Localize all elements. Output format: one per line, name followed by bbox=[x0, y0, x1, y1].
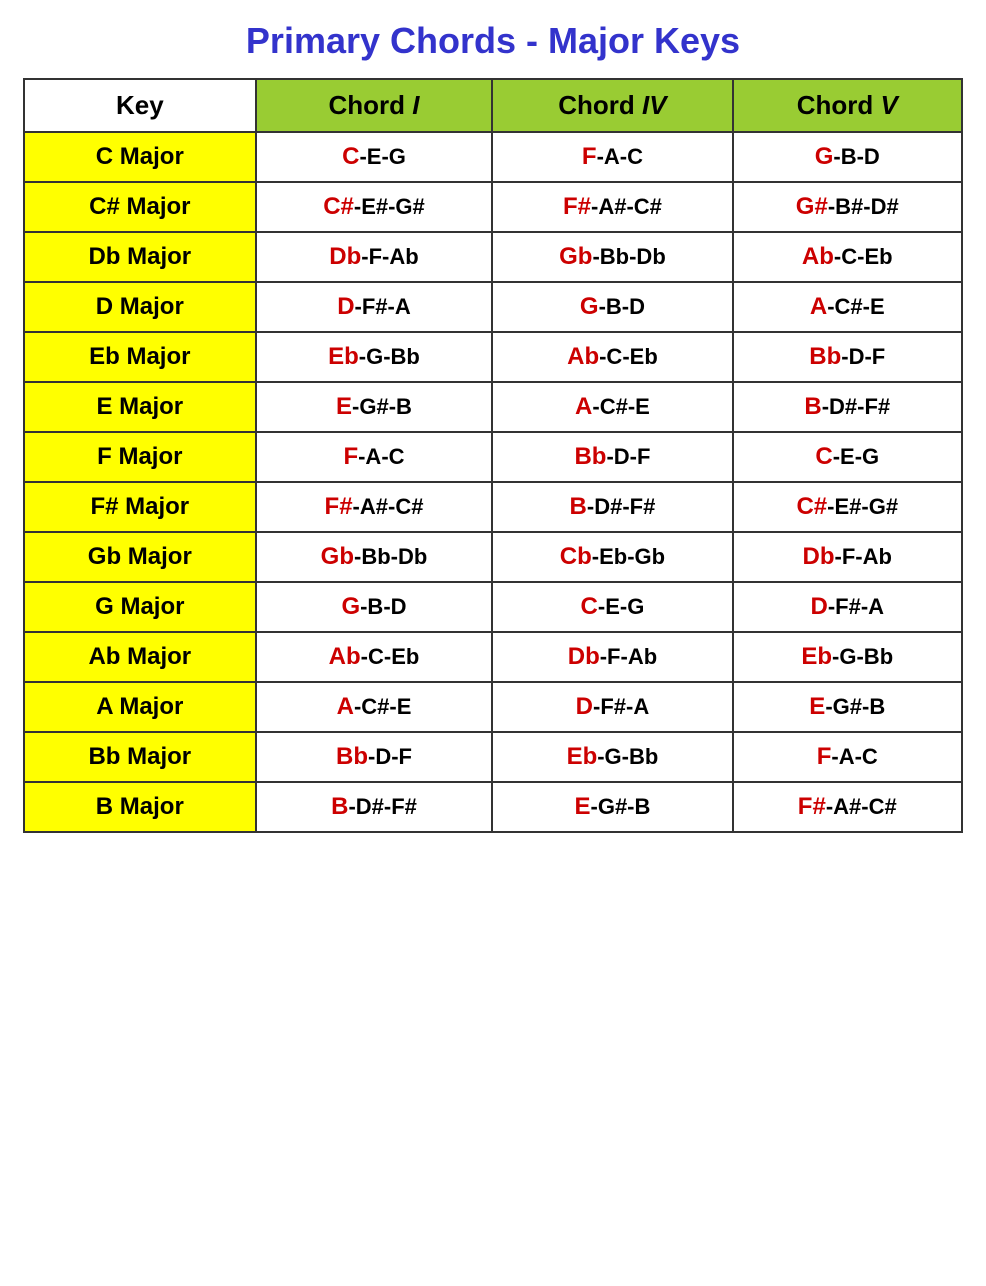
chord5-cell: G-B-D bbox=[733, 132, 962, 182]
chord5-cell: Eb-G-Bb bbox=[733, 632, 962, 682]
chord1-cell: Ab-C-Eb bbox=[256, 632, 493, 682]
chord1-cell: Gb-Bb-Db bbox=[256, 532, 493, 582]
chord4-cell: G-B-D bbox=[492, 282, 732, 332]
chord1-cell: C#-E#-G# bbox=[256, 182, 493, 232]
chord5-cell: G#-B#-D# bbox=[733, 182, 962, 232]
chord1-cell: Bb-D-F bbox=[256, 732, 493, 782]
header-chord1: Chord I bbox=[256, 79, 493, 132]
chord4-cell: Db-F-Ab bbox=[492, 632, 732, 682]
page-container: Primary Chords - Major Keys Key Chord I … bbox=[23, 20, 963, 833]
table-row: Ab MajorAb-C-EbDb-F-AbEb-G-Bb bbox=[24, 632, 962, 682]
chord4-cell: Gb-Bb-Db bbox=[492, 232, 732, 282]
chord4-cell: Eb-G-Bb bbox=[492, 732, 732, 782]
table-row: C# MajorC#-E#-G#F#-A#-C#G#-B#-D# bbox=[24, 182, 962, 232]
key-cell: A Major bbox=[24, 682, 256, 732]
key-cell: Eb Major bbox=[24, 332, 256, 382]
chord4-cell: F-A-C bbox=[492, 132, 732, 182]
chord5-cell: D-F#-A bbox=[733, 582, 962, 632]
chords-table: Key Chord I Chord IV Chord V C MajorC-E-… bbox=[23, 78, 963, 833]
key-cell: Bb Major bbox=[24, 732, 256, 782]
chord1-cell: A-C#-E bbox=[256, 682, 493, 732]
key-cell: Db Major bbox=[24, 232, 256, 282]
chord1-cell: D-F#-A bbox=[256, 282, 493, 332]
chord1-cell: Db-F-Ab bbox=[256, 232, 493, 282]
table-row: D MajorD-F#-AG-B-DA-C#-E bbox=[24, 282, 962, 332]
chord5-cell: F#-A#-C# bbox=[733, 782, 962, 832]
table-row: Eb MajorEb-G-BbAb-C-EbBb-D-F bbox=[24, 332, 962, 382]
chord5-cell: F-A-C bbox=[733, 732, 962, 782]
chord1-cell: F#-A#-C# bbox=[256, 482, 493, 532]
chord4-cell: Bb-D-F bbox=[492, 432, 732, 482]
table-row: G MajorG-B-DC-E-GD-F#-A bbox=[24, 582, 962, 632]
header-chord5: Chord V bbox=[733, 79, 962, 132]
key-cell: E Major bbox=[24, 382, 256, 432]
key-cell: D Major bbox=[24, 282, 256, 332]
key-cell: C# Major bbox=[24, 182, 256, 232]
chord1-cell: F-A-C bbox=[256, 432, 493, 482]
key-cell: C Major bbox=[24, 132, 256, 182]
chord4-cell: Cb-Eb-Gb bbox=[492, 532, 732, 582]
table-row: B MajorB-D#-F#E-G#-BF#-A#-C# bbox=[24, 782, 962, 832]
table-row: Bb MajorBb-D-FEb-G-BbF-A-C bbox=[24, 732, 962, 782]
chord5-cell: C#-E#-G# bbox=[733, 482, 962, 532]
chord1-cell: G-B-D bbox=[256, 582, 493, 632]
chord4-cell: E-G#-B bbox=[492, 782, 732, 832]
key-cell: G Major bbox=[24, 582, 256, 632]
chord5-cell: C-E-G bbox=[733, 432, 962, 482]
chord1-cell: E-G#-B bbox=[256, 382, 493, 432]
key-cell: Gb Major bbox=[24, 532, 256, 582]
chord5-cell: Db-F-Ab bbox=[733, 532, 962, 582]
table-row: Db MajorDb-F-AbGb-Bb-DbAb-C-Eb bbox=[24, 232, 962, 282]
key-cell: Ab Major bbox=[24, 632, 256, 682]
key-cell: F Major bbox=[24, 432, 256, 482]
chord4-cell: D-F#-A bbox=[492, 682, 732, 732]
chord1-cell: B-D#-F# bbox=[256, 782, 493, 832]
chord1-cell: Eb-G-Bb bbox=[256, 332, 493, 382]
chord5-cell: Bb-D-F bbox=[733, 332, 962, 382]
chord5-cell: Ab-C-Eb bbox=[733, 232, 962, 282]
chord1-cell: C-E-G bbox=[256, 132, 493, 182]
header-key: Key bbox=[24, 79, 256, 132]
chord4-cell: B-D#-F# bbox=[492, 482, 732, 532]
chord5-cell: B-D#-F# bbox=[733, 382, 962, 432]
key-cell: B Major bbox=[24, 782, 256, 832]
table-row: A MajorA-C#-ED-F#-AE-G#-B bbox=[24, 682, 962, 732]
chord4-cell: A-C#-E bbox=[492, 382, 732, 432]
page-title: Primary Chords - Major Keys bbox=[23, 20, 963, 62]
table-row: Gb MajorGb-Bb-DbCb-Eb-GbDb-F-Ab bbox=[24, 532, 962, 582]
chord5-cell: A-C#-E bbox=[733, 282, 962, 332]
header-chord4: Chord IV bbox=[492, 79, 732, 132]
chord4-cell: Ab-C-Eb bbox=[492, 332, 732, 382]
chord4-cell: C-E-G bbox=[492, 582, 732, 632]
chord5-cell: E-G#-B bbox=[733, 682, 962, 732]
table-row: E MajorE-G#-BA-C#-EB-D#-F# bbox=[24, 382, 962, 432]
table-row: F# MajorF#-A#-C#B-D#-F#C#-E#-G# bbox=[24, 482, 962, 532]
key-cell: F# Major bbox=[24, 482, 256, 532]
table-row: F MajorF-A-CBb-D-FC-E-G bbox=[24, 432, 962, 482]
table-row: C MajorC-E-GF-A-CG-B-D bbox=[24, 132, 962, 182]
chord4-cell: F#-A#-C# bbox=[492, 182, 732, 232]
